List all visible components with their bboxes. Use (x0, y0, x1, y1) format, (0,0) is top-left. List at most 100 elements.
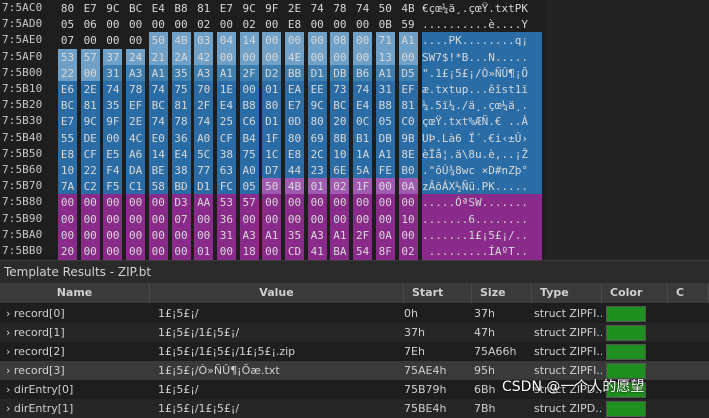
hex-byte[interactable]: 01 (307, 178, 327, 196)
hex-byte[interactable]: E4 (353, 97, 373, 115)
hex-byte[interactable]: 00 (217, 16, 236, 33)
hex-byte[interactable]: 00 (353, 194, 373, 212)
hex-byte[interactable]: 36 (171, 129, 191, 147)
hex-byte[interactable]: DB (375, 129, 395, 147)
hex-byte[interactable]: 00 (148, 210, 168, 228)
hex-byte[interactable]: 00 (58, 226, 77, 244)
hex-byte[interactable]: A3 (126, 64, 146, 82)
hex-byte[interactable]: D1 (194, 178, 214, 196)
hex-byte[interactable]: 00 (216, 48, 236, 66)
hex-byte[interactable]: A1 (262, 226, 282, 244)
hex-byte[interactable]: 24 (126, 48, 146, 66)
hex-ascii[interactable]: €çœ¼ä¸.çœŸ.txtPK (422, 0, 542, 17)
hex-byte[interactable]: F5 (103, 178, 123, 196)
hex-byte[interactable]: DB (330, 64, 350, 82)
hex-byte[interactable]: 31 (103, 64, 123, 82)
hex-byte[interactable]: FE (375, 162, 395, 179)
hex-byte[interactable]: 1A (353, 145, 373, 163)
hex-byte[interactable]: 4B (285, 178, 304, 196)
hex-byte[interactable]: 75 (239, 145, 259, 163)
hex-byte[interactable]: 00 (239, 210, 259, 228)
hex-byte[interactable]: 0C (353, 113, 373, 131)
hex-byte[interactable]: 00 (80, 64, 100, 82)
template-row[interactable]: › record[0] 1£¡5£¡/ 0h 37h struct ZIPFI... (0, 304, 709, 323)
hex-byte[interactable]: 00 (103, 32, 122, 49)
hex-byte[interactable]: 23 (307, 162, 327, 179)
hex-byte[interactable]: 59 (399, 16, 418, 33)
hex-byte[interactable]: 06 (81, 16, 100, 33)
hex-ascii[interactable]: .....ÓªSW....... (422, 194, 542, 212)
hex-byte[interactable]: 7A (58, 178, 77, 196)
hex-byte[interactable]: 00 (171, 226, 191, 244)
hex-ascii[interactable]: ¼.5ï¼./ä¸.çœ¼ä¸. (422, 97, 542, 115)
hex-byte[interactable]: 9C (103, 0, 122, 17)
column-header-start[interactable]: Start (404, 283, 472, 303)
hex-byte[interactable]: 2C (307, 145, 327, 163)
hex-byte[interactable]: 9B (398, 129, 418, 147)
hex-byte[interactable]: E7 (58, 113, 77, 131)
hex-byte[interactable]: 18 (239, 243, 259, 260)
hex-byte[interactable]: E8 (285, 145, 304, 163)
hex-byte[interactable]: 00 (148, 194, 168, 212)
column-header-value[interactable]: Value (150, 283, 404, 303)
hex-byte[interactable]: C1 (126, 178, 146, 196)
hex-byte[interactable]: 00 (330, 48, 350, 66)
hex-byte[interactable]: 31 (216, 226, 236, 244)
hex-byte[interactable]: 00 (126, 32, 145, 49)
hex-byte[interactable]: 00 (126, 194, 146, 212)
hex-byte[interactable]: 81 (398, 97, 418, 115)
hex-byte[interactable]: A1 (375, 64, 395, 82)
hex-byte[interactable]: E0 (148, 129, 168, 147)
hex-byte[interactable]: 00 (216, 243, 236, 260)
hex-byte[interactable]: A3 (307, 226, 327, 244)
hex-byte[interactable]: FC (216, 178, 236, 196)
hex-byte[interactable]: 36 (216, 210, 236, 228)
hex-byte[interactable]: 00 (398, 226, 418, 244)
hex-byte[interactable]: 00 (353, 16, 372, 33)
hex-byte[interactable]: 00 (80, 243, 100, 260)
color-swatch[interactable] (606, 401, 646, 417)
hex-byte[interactable]: C6 (239, 113, 259, 131)
hex-byte[interactable]: CF (216, 129, 236, 147)
hex-byte[interactable]: 2E (285, 0, 304, 17)
hex-byte[interactable]: 5A (353, 162, 373, 179)
hex-byte[interactable]: AA (194, 194, 214, 212)
hex-byte[interactable]: 2A (171, 48, 191, 66)
hex-byte[interactable]: BA (330, 243, 350, 260)
hex-byte[interactable]: E4 (149, 0, 168, 17)
hex-byte[interactable]: E7 (217, 0, 236, 17)
hex-byte[interactable]: 70 (194, 81, 214, 98)
hex-byte[interactable]: 00 (353, 210, 373, 228)
hex-byte[interactable]: 55 (58, 129, 77, 147)
hex-byte[interactable]: 08 (330, 32, 350, 50)
hex-byte[interactable]: 00 (330, 16, 349, 33)
hex-byte[interactable]: 58 (148, 178, 168, 196)
hex-byte[interactable]: 4C (126, 129, 146, 147)
hex-ascii[interactable]: æ.txtup...êîst1ï (422, 81, 542, 98)
hex-byte[interactable]: 00 (103, 194, 123, 212)
template-row[interactable]: › record[1] 1£¡5£¡/1£¡5£¡/ 37h 47h struct ZI… (0, 323, 709, 342)
hex-byte[interactable]: 05 (58, 16, 77, 33)
hex-byte[interactable]: 81 (194, 0, 213, 17)
hex-byte[interactable]: 0D (285, 113, 304, 131)
hex-byte[interactable]: 00 (262, 48, 282, 66)
hex-byte[interactable]: 00 (172, 16, 191, 33)
hex-byte[interactable]: 54 (353, 243, 373, 260)
hex-byte[interactable]: 80 (262, 97, 282, 115)
hex-byte[interactable]: D1 (262, 113, 282, 131)
hex-byte[interactable]: 74 (194, 113, 214, 131)
hex-byte[interactable]: A0 (194, 129, 214, 147)
hex-byte[interactable]: 07 (58, 32, 77, 49)
hex-ascii[interactable]: ".1£¡5£¡/Ò»ÑÛ¶¡Õ (422, 64, 542, 82)
hex-byte[interactable]: 81 (171, 97, 191, 115)
hex-byte[interactable]: 10 (330, 145, 350, 163)
hex-byte[interactable]: BC (330, 97, 350, 115)
hex-ascii[interactable]: .......6........ (422, 210, 542, 228)
hex-byte[interactable]: 78 (126, 81, 146, 98)
hex-byte[interactable]: E8 (285, 16, 304, 33)
hex-byte[interactable]: 80 (285, 129, 304, 147)
hex-byte[interactable]: 44 (285, 162, 304, 179)
hex-byte[interactable]: 02 (194, 16, 213, 33)
hex-byte[interactable]: 00 (126, 243, 146, 260)
hex-byte[interactable]: 00 (353, 48, 373, 66)
